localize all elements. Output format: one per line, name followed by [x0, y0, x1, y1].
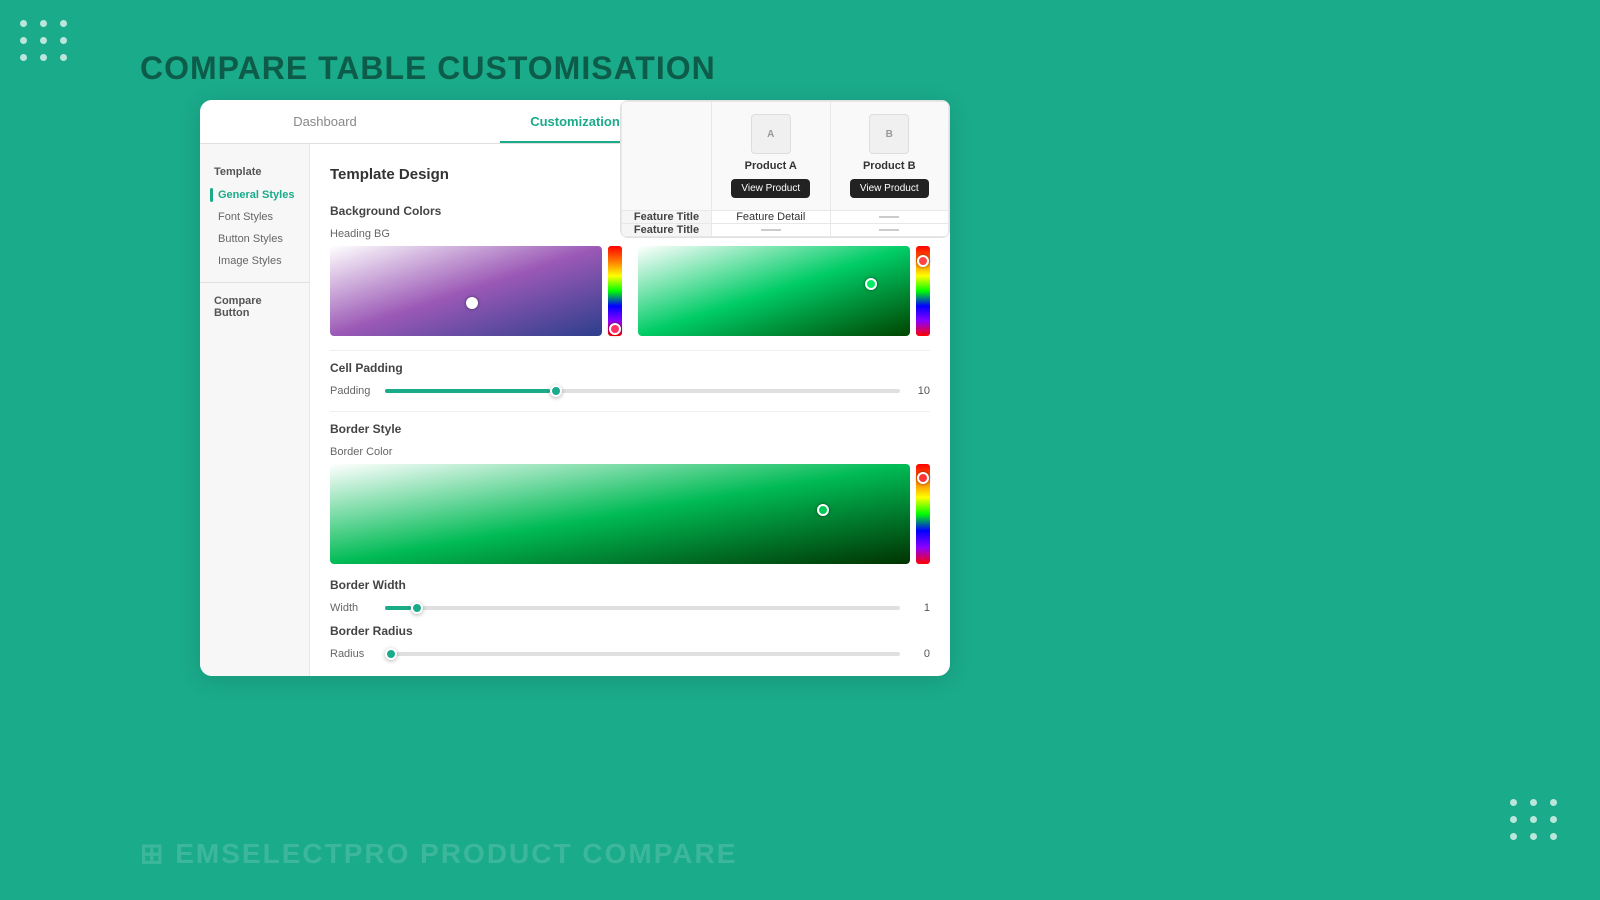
- feature-bg-gradient[interactable]: [638, 246, 910, 336]
- product-b-image: B: [869, 114, 909, 154]
- border-color-cursor[interactable]: [817, 504, 829, 516]
- border-color-gradient[interactable]: [330, 464, 910, 564]
- cell-padding-section: Cell Padding Padding 10: [330, 361, 930, 397]
- heading-bg-gradient[interactable]: [330, 246, 602, 336]
- product-a-header: A Product A View Product: [712, 102, 831, 211]
- border-radius-thumb[interactable]: [385, 648, 397, 660]
- heading-bg-picker[interactable]: [330, 246, 622, 336]
- feature-title-1: Feature Title: [622, 211, 712, 224]
- heading-bg-label: Heading BG: [330, 228, 622, 240]
- padding-slider-thumb[interactable]: [550, 385, 562, 397]
- tab-dashboard[interactable]: Dashboard: [200, 100, 450, 143]
- heading-bg-strip-cursor[interactable]: [609, 323, 621, 335]
- padding-value: 10: [910, 385, 930, 397]
- feature-detail-1: Feature Detail: [712, 211, 831, 224]
- dots-decoration-top-left: [20, 20, 70, 61]
- heading-bg-cursor[interactable]: [466, 297, 478, 309]
- border-color-strip[interactable]: [916, 464, 930, 564]
- feature-dash-icon-1: [879, 216, 899, 218]
- padding-label: Padding: [330, 385, 375, 397]
- border-section: Border Style Border Color Border Width W…: [330, 422, 930, 660]
- product-b-header: B Product B View Product: [830, 102, 949, 211]
- heading-bg-group: Heading BG: [330, 228, 622, 336]
- preview-table: A Product A View Product B Product B Vie…: [621, 101, 949, 237]
- page-title: COMPARE TABLE CUSTOMISATION: [140, 50, 716, 87]
- padding-slider-row: Padding 10: [330, 385, 930, 397]
- sidebar-item-image-styles[interactable]: Image Styles: [200, 250, 309, 272]
- feature-dash-2b: [830, 224, 949, 237]
- border-width-title: Border Width: [330, 578, 930, 592]
- border-width-slider-row: Width 1: [330, 602, 930, 614]
- border-radius-label: Radius: [330, 648, 375, 660]
- feature-row-1: Feature Title Feature Detail: [622, 211, 949, 224]
- view-product-a-button[interactable]: View Product: [731, 179, 810, 198]
- feature-dash-2a: [712, 224, 831, 237]
- empty-header-cell: [622, 102, 712, 211]
- cell-padding-title: Cell Padding: [330, 361, 930, 375]
- feature-dash-icon-2a: [761, 229, 781, 231]
- sidebar-section-compare: Compare Button: [200, 282, 309, 325]
- border-width-slider-track[interactable]: [385, 606, 900, 610]
- sidebar-item-font-styles[interactable]: Font Styles: [200, 206, 309, 228]
- product-a-image: A: [751, 114, 791, 154]
- heading-bg-strip[interactable]: [608, 246, 622, 336]
- border-style-title: Border Style: [330, 422, 930, 436]
- border-color-strip-cursor[interactable]: [917, 472, 929, 484]
- sidebar: Template General Styles Font Styles Butt…: [200, 144, 310, 676]
- feature-title-2: Feature Title: [622, 224, 712, 237]
- preview-panel: A Product A View Product B Product B Vie…: [620, 100, 950, 238]
- section-title: Template Design: [330, 166, 449, 183]
- product-b-cell: B Product B View Product: [831, 102, 949, 210]
- feature-dash-1: [830, 211, 949, 224]
- border-radius-title: Border Radius: [330, 624, 930, 638]
- feature-dash-icon-2b: [879, 229, 899, 231]
- color-pickers-row: Heading BG Feature BG: [330, 228, 930, 336]
- sidebar-item-general-styles[interactable]: General Styles: [200, 184, 309, 206]
- border-width-value: 1: [910, 602, 930, 614]
- feature-bg-group: Feature BG: [638, 228, 930, 336]
- feature-row-2: Feature Title: [622, 224, 949, 237]
- watermark: ⊞ EMSELECTPRO PRODUCT COMPARE: [140, 837, 737, 870]
- feature-bg-strip[interactable]: [916, 246, 930, 336]
- feature-bg-strip-cursor[interactable]: [917, 255, 929, 267]
- border-color-label: Border Color: [330, 446, 930, 458]
- border-width-fill: [385, 606, 411, 610]
- border-width-label: Width: [330, 602, 375, 614]
- divider-2: [330, 411, 930, 412]
- border-color-picker[interactable]: [330, 464, 930, 564]
- padding-slider-fill: [385, 389, 550, 393]
- border-radius-value: 0: [910, 648, 930, 660]
- divider-1: [330, 350, 930, 351]
- product-a-name: Product A: [720, 160, 822, 172]
- view-product-b-button[interactable]: View Product: [850, 179, 929, 198]
- feature-bg-picker[interactable]: [638, 246, 930, 336]
- product-b-name: Product B: [839, 160, 941, 172]
- border-radius-slider-row: Radius 0: [330, 648, 930, 660]
- sidebar-item-button-styles[interactable]: Button Styles: [200, 228, 309, 250]
- border-width-thumb[interactable]: [411, 602, 423, 614]
- sidebar-section-template: Template: [200, 160, 309, 184]
- padding-slider-track[interactable]: [385, 389, 900, 393]
- border-radius-slider-track[interactable]: [385, 652, 900, 656]
- product-a-cell: A Product A View Product: [712, 102, 830, 210]
- dots-decoration-bottom-right: [1510, 799, 1560, 840]
- feature-bg-cursor[interactable]: [865, 278, 877, 290]
